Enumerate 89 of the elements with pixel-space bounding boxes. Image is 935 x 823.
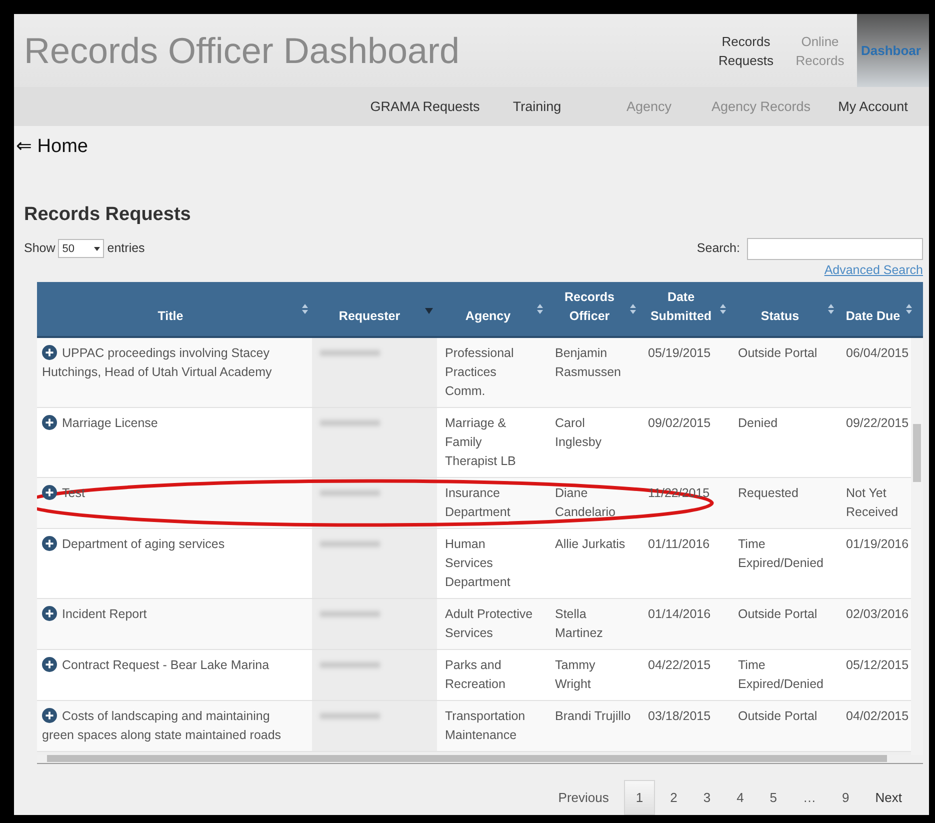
status-cell: Outside Portal <box>738 708 818 722</box>
expand-plus-icon[interactable] <box>42 484 57 500</box>
officer-cell: Benjamin Rasmussen <box>555 346 621 378</box>
date-due-cell: Not Yet Received <box>846 486 898 518</box>
status-cell: Outside Portal <box>738 346 818 360</box>
date-due-cell: 01/19/2016 <box>846 536 909 550</box>
status-cell: Time Expired/Denied <box>738 536 824 570</box>
agency-cell: Marriage & Family Therapist LB <box>445 416 516 468</box>
table-row[interactable]: Department of aging services Human Services Department Allie Jurkatis 01/11/2016 Time Expired/Denied 01/19/2016 <box>37 528 911 598</box>
pagination-button[interactable]: 4 <box>726 780 755 814</box>
status-cell: Time Expired/Denied <box>738 658 824 690</box>
pagination-button[interactable]: Previous <box>547 780 620 814</box>
pagination-button[interactable]: 9 <box>831 780 860 814</box>
dropdown-caret-icon <box>94 246 100 251</box>
table-row[interactable]: Marriage License Marriage & Family Therapist LB Carol Inglesby 09/02/2015 Denied 09/22/2015 <box>37 408 911 478</box>
main-nav-link[interactable]: My Account <box>817 97 929 116</box>
date-submitted-cell: 05/19/2015 <box>648 346 711 360</box>
column-header[interactable]: Records Officer <box>547 282 640 336</box>
agency-cell: Human Services Department <box>445 536 510 588</box>
blurred-requester-name <box>320 712 380 718</box>
main-nav-link[interactable]: Training <box>481 97 593 116</box>
expand-plus-icon[interactable] <box>42 414 57 430</box>
show-label: Show <box>24 240 56 258</box>
home-link[interactable]: ⇐ Home <box>16 132 88 162</box>
blurred-requester-name <box>320 610 380 616</box>
dashboard-title: Records Officer Dashboard <box>24 28 461 73</box>
top-nav-link[interactable]: Records Requests <box>709 14 783 88</box>
request-title: Contract Request - Bear Lake Marina <box>42 658 270 672</box>
officer-cell: Diane Candelario <box>555 486 616 518</box>
expand-plus-icon[interactable] <box>42 708 57 722</box>
agency-cell: Insurance Department <box>445 486 510 518</box>
entries-select[interactable]: 50 <box>58 239 104 258</box>
date-submitted-cell: 09/02/2015 <box>648 416 711 430</box>
pagination-button[interactable]: 2 <box>659 780 688 814</box>
column-header[interactable]: Agency <box>437 282 547 336</box>
expand-plus-icon[interactable] <box>42 606 57 620</box>
date-due-cell: 09/22/2015 <box>846 416 909 430</box>
blurred-requester-name <box>320 540 380 546</box>
date-submitted-cell: 03/18/2015 <box>648 708 711 722</box>
request-title: Marriage License <box>42 416 158 430</box>
table-row[interactable]: Incident Report Adult Protective Services Stella Martinez 01/14/2016 Outside Portal 02/03/2016 <box>37 598 911 650</box>
pagination-button[interactable]: 5 <box>758 780 788 814</box>
officer-cell: Tammy Wright <box>555 658 596 690</box>
status-cell: Requested <box>738 486 798 500</box>
table-row[interactable]: Costs of landscaping and maintaining green spaces along state maintained roads Transportation Maintenance Brandi Trujillo 03/18/2015 Outside Portal 04/02/2015 <box>37 700 911 752</box>
date-due-cell: 04/02/2015 <box>846 708 909 722</box>
officer-cell: Allie Jurkatis <box>555 536 626 550</box>
column-header[interactable]: Date Due <box>838 282 916 336</box>
status-cell: Outside Portal <box>738 606 818 620</box>
status-cell: Denied <box>738 416 778 430</box>
blurred-requester-name <box>320 420 380 426</box>
table-row[interactable]: Contract Request - Bear Lake Marina Parks and Recreation Tammy Wright 04/22/2015 Time Expired/Denied 05/12/2015 <box>37 650 911 700</box>
request-title: Department of aging services <box>42 536 225 550</box>
agency-cell: Transportation Maintenance <box>445 708 526 742</box>
request-title: Costs of landscaping and maintaining green spaces along state maintained roads <box>42 708 282 742</box>
agency-cell: Adult Protective Services <box>445 606 533 640</box>
date-due-cell: 06/04/2015 <box>846 346 909 360</box>
officer-cell: Stella Martinez <box>555 606 603 640</box>
pagination-button[interactable]: … <box>792 780 828 814</box>
search-field[interactable] <box>747 238 923 260</box>
entries-label: entries <box>107 240 145 258</box>
date-submitted-cell: 01/11/2016 <box>648 536 710 550</box>
agency-cell: Parks and Recreation <box>445 658 506 690</box>
date-due-cell: 05/12/2015 <box>846 658 909 672</box>
blurred-requester-name <box>320 490 380 496</box>
officer-cell: Carol Inglesby <box>555 416 602 448</box>
date-due-cell: 02/03/2016 <box>846 606 909 620</box>
expand-plus-icon[interactable] <box>42 536 57 550</box>
blurred-requester-name <box>320 662 380 668</box>
agency-cell: Professional Practices Comm. <box>445 346 514 398</box>
pagination-button[interactable]: 1 <box>624 780 656 815</box>
blurred-requester-name <box>320 350 380 356</box>
main-nav-link[interactable]: GRAMA Requests <box>369 97 481 116</box>
column-header[interactable]: Title <box>37 282 312 336</box>
date-submitted-cell: 04/22/2015 <box>648 658 711 672</box>
column-header[interactable]: Date Submitted <box>640 282 730 336</box>
table-row[interactable]: UPPAC proceedings involving Stacey Hutchings, Head of Utah Virtual Academy Professional Practices Comm. Benjamin Rasmussen 05/19/2015 Outside Portal 06/04/2015 <box>37 338 911 408</box>
section-heading: Records Requests <box>24 203 192 228</box>
date-submitted-cell: 01/14/2016 <box>648 606 711 620</box>
pagination-button[interactable]: 3 <box>692 780 722 814</box>
pagination-button[interactable]: Next <box>864 780 913 814</box>
officer-cell: Brandi Trujillo <box>555 708 631 722</box>
column-header[interactable]: Status <box>730 282 838 336</box>
expand-plus-icon[interactable] <box>42 656 57 672</box>
request-title: Incident Report <box>42 606 147 620</box>
column-header[interactable]: Requester <box>312 282 437 336</box>
request-title: UPPAC proceedings involving Stacey Hutchings, Head of Utah Virtual Academy <box>42 346 272 378</box>
search-label: Search: <box>696 240 740 258</box>
expand-plus-icon[interactable] <box>42 344 57 360</box>
